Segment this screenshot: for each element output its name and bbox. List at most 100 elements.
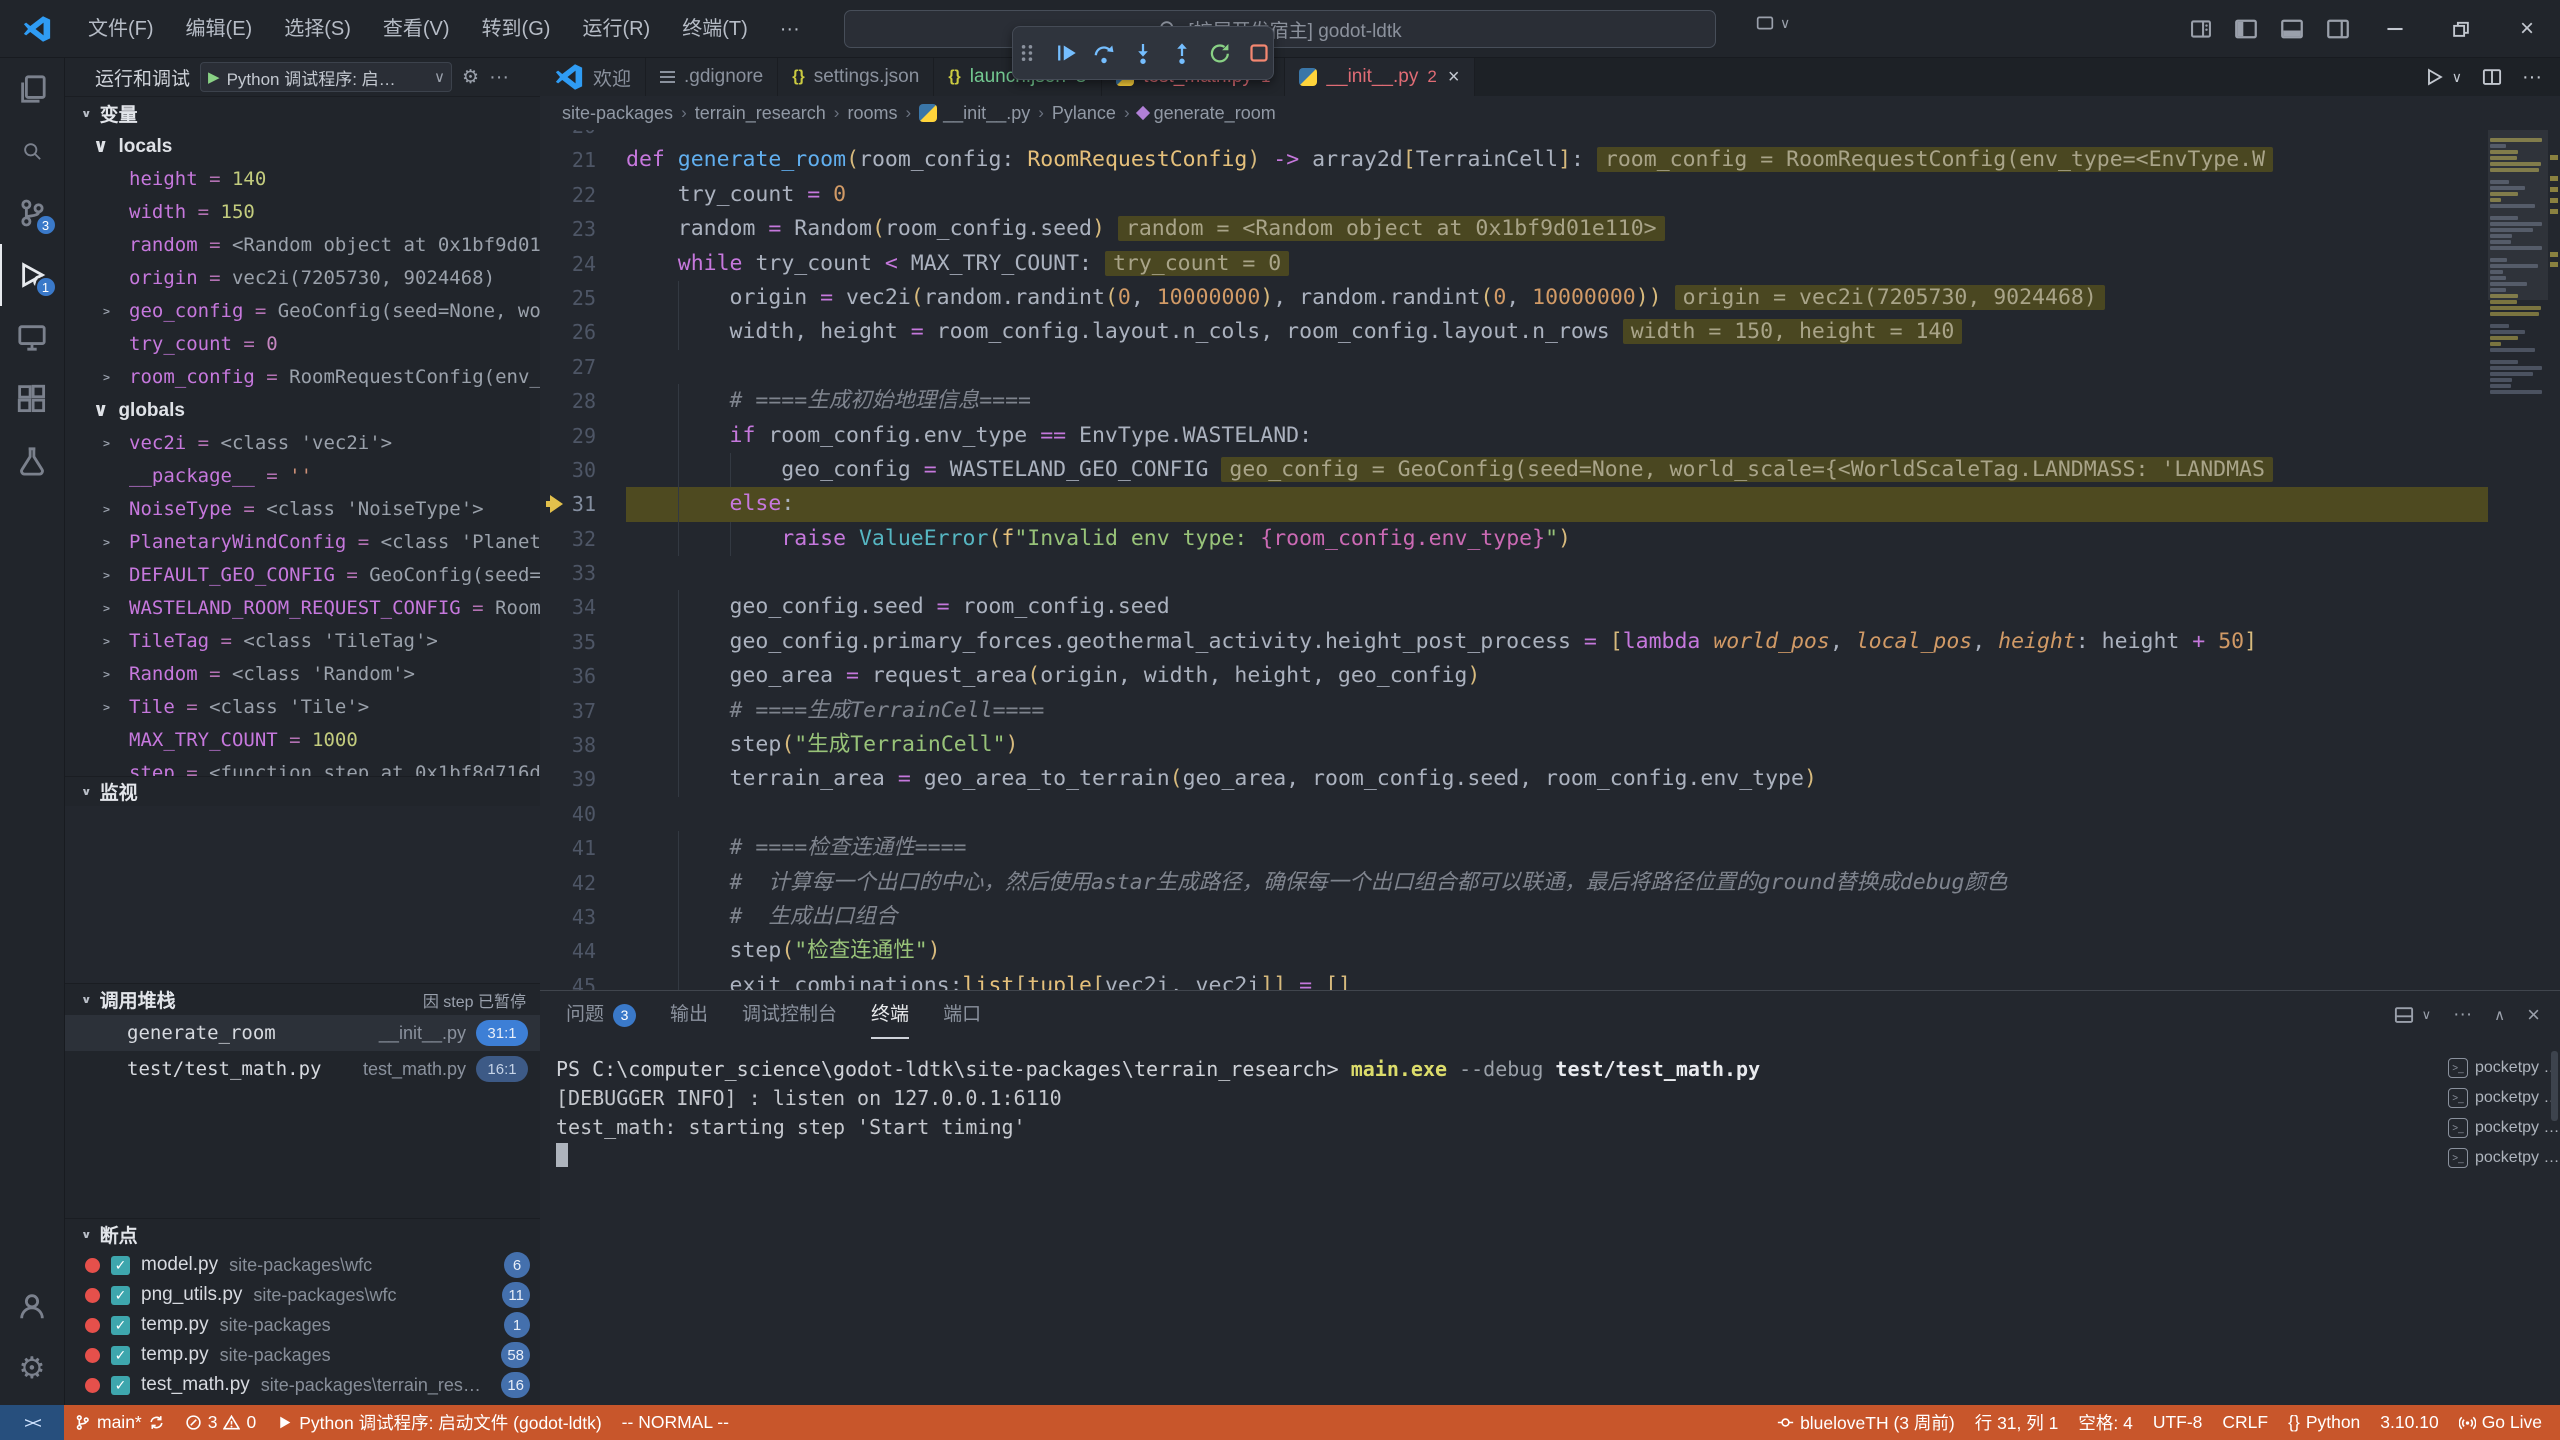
- line-number[interactable]: 25: [540, 281, 626, 315]
- maximize-panel-icon[interactable]: ∧: [2494, 1006, 2505, 1024]
- variable-row[interactable]: ∨room_config = RoomRequestConfig(env_t…: [65, 361, 540, 394]
- minimize-button[interactable]: [2362, 0, 2428, 58]
- variable-row[interactable]: height = 140: [65, 163, 540, 196]
- toggle-panel-icon[interactable]: [2280, 17, 2304, 41]
- line-number[interactable]: 24: [540, 247, 626, 281]
- breakpoints-section-header[interactable]: ∨ 断点: [65, 1218, 540, 1250]
- remote-indicator[interactable]: ><: [0, 1405, 64, 1440]
- menu-3[interactable]: 查看(V): [367, 0, 466, 58]
- status-debug-config[interactable]: Python 调试程序: 启动文件 (godot-ldtk): [266, 1405, 611, 1440]
- restore-button[interactable]: [2428, 0, 2494, 58]
- menu-1[interactable]: 编辑(E): [170, 0, 269, 58]
- variable-row[interactable]: ∨TileTag = <class 'TileTag'>: [65, 625, 540, 658]
- breakpoint-row[interactable]: ✓png_utils.pysite-packages\wfc11: [65, 1280, 540, 1310]
- line-number[interactable]: 45: [540, 969, 626, 990]
- status-vim-mode[interactable]: -- NORMAL --: [612, 1405, 739, 1440]
- split-editor-icon[interactable]: [2482, 67, 2502, 87]
- variables-section-header[interactable]: ∨ 变量: [65, 96, 540, 130]
- status-indentation[interactable]: 空格: 4: [2068, 1405, 2142, 1440]
- breadcrumb-item[interactable]: Pylance: [1052, 103, 1116, 124]
- status-language-mode[interactable]: {}Python: [2278, 1405, 2370, 1440]
- customize-layout-icon[interactable]: [2190, 18, 2212, 40]
- checkbox-checked[interactable]: ✓: [111, 1286, 130, 1305]
- tab-__init__py[interactable]: __init__.py2×: [1285, 58, 1474, 96]
- run-python-file-icon[interactable]: [2424, 67, 2444, 87]
- terminal-instance[interactable]: >_pocketpy te…: [2448, 1113, 2560, 1143]
- variable-row[interactable]: origin = vec2i(7205730, 9024468): [65, 262, 540, 295]
- breakpoint-row[interactable]: ✓temp.pysite-packages1: [65, 1310, 540, 1340]
- variable-row[interactable]: ∨DEFAULT_GEO_CONFIG = GeoConfig(seed=1…: [65, 559, 540, 592]
- line-number[interactable]: 32: [540, 522, 626, 556]
- menu-7[interactable]: ···: [764, 0, 816, 58]
- line-number[interactable]: 20: [540, 130, 626, 143]
- line-number[interactable]: 33: [540, 556, 626, 590]
- debug-config-dropdown[interactable]: ▶ Python 调试程序: 启… ∨: [200, 62, 452, 92]
- line-number[interactable]: 21: [540, 143, 626, 177]
- line-number[interactable]: 36: [540, 659, 626, 693]
- variable-row[interactable]: ∨Tile = <class 'Tile'>: [65, 691, 540, 724]
- variable-row[interactable]: width = 150: [65, 196, 540, 229]
- step-out-button[interactable]: [1167, 35, 1196, 71]
- panel-tab-调试控制台[interactable]: 调试控制台: [742, 991, 837, 1039]
- variable-row[interactable]: ∨PlanetaryWindConfig = <class 'Planeta…: [65, 526, 540, 559]
- stack-frame[interactable]: test/test_math.pytest_math.py16:1: [65, 1051, 540, 1087]
- status-cursor-position[interactable]: 行 31, 列 1: [1965, 1405, 2069, 1440]
- tab-gdignore[interactable]: .gdignore: [646, 58, 778, 96]
- tab-settingsjson[interactable]: {}settings.json: [778, 58, 934, 96]
- variable-row[interactable]: ∨Random = <class 'Random'>: [65, 658, 540, 691]
- line-number[interactable]: 27: [540, 350, 626, 384]
- chevron-down-icon[interactable]: ∨: [2452, 69, 2462, 86]
- menu-4[interactable]: 转到(G): [466, 0, 567, 58]
- code-editor[interactable]: 2021def generate_room(room_config: RoomR…: [540, 130, 2560, 990]
- panel-tab-输出[interactable]: 输出: [670, 991, 708, 1039]
- close-panel-icon[interactable]: ×: [2527, 1002, 2540, 1028]
- terminal-instance[interactable]: >_pocketpy te…: [2448, 1083, 2560, 1113]
- line-number[interactable]: 44: [540, 934, 626, 968]
- stack-frame[interactable]: generate_room__init__.py31:1: [65, 1015, 540, 1051]
- status-gitlens-blame[interactable]: blueloveTH (3 周前): [1767, 1405, 1965, 1440]
- activity-testing[interactable]: [0, 430, 65, 492]
- terminal-instance[interactable]: >_pocketpy te…: [2448, 1143, 2560, 1173]
- window-layout-button[interactable]: ∨: [1756, 14, 1790, 32]
- breakpoint-row[interactable]: ✓temp.pysite-packages58: [65, 1340, 540, 1370]
- line-number[interactable]: 43: [540, 900, 626, 934]
- watch-section-header[interactable]: ∨ 监视: [65, 776, 540, 806]
- step-into-button[interactable]: [1129, 35, 1158, 71]
- activity-run-and-debug[interactable]: 1: [0, 244, 65, 306]
- variable-row[interactable]: random = <Random object at 0x1bf9d01e…: [65, 229, 540, 262]
- line-number[interactable]: 37: [540, 694, 626, 728]
- checkbox-checked[interactable]: ✓: [111, 1346, 130, 1365]
- menu-6[interactable]: 终端(T): [666, 0, 764, 58]
- variable-row[interactable]: ∨WASTELAND_ROOM_REQUEST_CONFIG = RoomR…: [65, 592, 540, 625]
- line-number[interactable]: 23: [540, 212, 626, 246]
- breakpoint-row[interactable]: ✓model.pysite-packages\wfc6: [65, 1250, 540, 1280]
- breadcrumb[interactable]: site-packages›terrain_research›rooms›__i…: [540, 96, 2560, 130]
- status-git-branch[interactable]: main*: [64, 1405, 175, 1440]
- stop-button[interactable]: [1244, 35, 1273, 71]
- variable-row[interactable]: try_count = 0: [65, 328, 540, 361]
- activity-explorer[interactable]: [0, 58, 65, 120]
- line-number[interactable]: 40: [540, 797, 626, 831]
- checkbox-checked[interactable]: ✓: [111, 1256, 130, 1275]
- scope-locals[interactable]: ∨locals: [65, 130, 540, 163]
- variable-row[interactable]: ∨geo_config = GeoConfig(seed=None, wor…: [65, 295, 540, 328]
- scope-globals[interactable]: ∨globals: [65, 394, 540, 427]
- breakpoint-row[interactable]: ✓test_math.pysite-packages\terrain_res…1…: [65, 1370, 540, 1400]
- breadcrumb-item[interactable]: rooms: [847, 103, 897, 124]
- step-over-button[interactable]: [1090, 35, 1119, 71]
- more-actions-icon[interactable]: ···: [489, 66, 509, 89]
- terminal-instance[interactable]: >_pocketpy te…: [2448, 1053, 2560, 1083]
- more-actions-icon[interactable]: ···: [2522, 66, 2542, 89]
- line-number[interactable]: 42: [540, 866, 626, 900]
- line-number[interactable]: 28: [540, 384, 626, 418]
- call-stack-section-header[interactable]: ∨ 调用堆栈 因 step 已暂停: [65, 983, 540, 1015]
- status-problems-summary[interactable]: 30: [175, 1405, 266, 1440]
- activity-remote-explorer[interactable]: [0, 306, 65, 368]
- breadcrumb-item[interactable]: terrain_research: [695, 103, 826, 124]
- menu-2[interactable]: 选择(S): [268, 0, 367, 58]
- start-debug-icon[interactable]: ▶: [201, 68, 227, 86]
- close-window-button[interactable]: ×: [2494, 0, 2560, 58]
- split-terminal-icon[interactable]: [2394, 1005, 2414, 1025]
- line-number[interactable]: 29: [540, 419, 626, 453]
- toggle-secondary-sidebar-icon[interactable]: [2326, 17, 2350, 41]
